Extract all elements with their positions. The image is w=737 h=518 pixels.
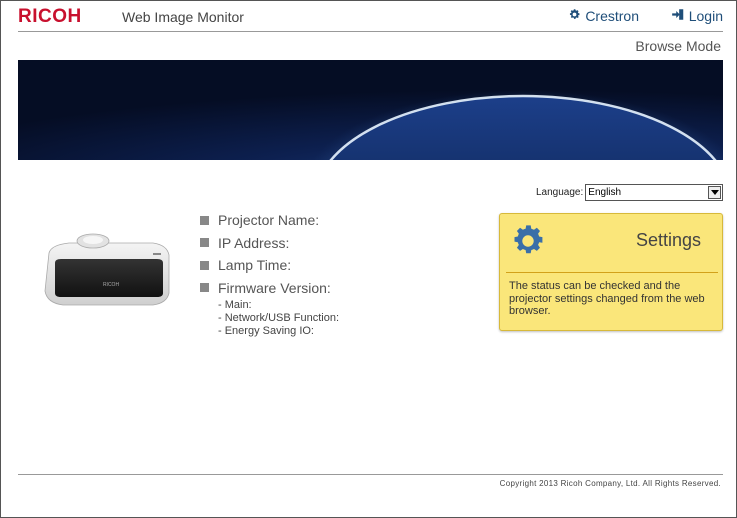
firmware-sublist: - Main: - Network/USB Function: - Energy… bbox=[218, 299, 339, 338]
projector-image: RICOH bbox=[41, 231, 176, 311]
header: RICOH Web Image Monitor Crestron Login bbox=[18, 1, 723, 32]
bullet-icon bbox=[200, 238, 209, 248]
crestron-link[interactable]: Crestron bbox=[568, 8, 639, 24]
page-frame: RICOH Web Image Monitor Crestron Login B… bbox=[0, 0, 737, 518]
bullet-icon bbox=[200, 215, 209, 225]
ricoh-logo: RICOH bbox=[18, 6, 82, 27]
login-icon bbox=[671, 8, 685, 24]
divider bbox=[506, 272, 718, 273]
settings-title: Settings bbox=[635, 230, 701, 250]
firmware-network-usb: - Network/USB Function: bbox=[218, 312, 340, 324]
chevron-down-icon[interactable] bbox=[708, 186, 722, 199]
firmware-main: - Main: bbox=[218, 299, 252, 311]
info-projector-name: Projector Name: bbox=[200, 209, 339, 232]
earth-banner bbox=[18, 60, 723, 160]
settings-description: The status can be checked and the projec… bbox=[509, 280, 705, 317]
language-row: Language: English bbox=[536, 184, 724, 201]
login-link[interactable]: Login bbox=[671, 8, 723, 24]
crestron-label: Crestron bbox=[585, 8, 639, 24]
gear-icon bbox=[510, 223, 546, 259]
info-ip-address: IP Address: bbox=[200, 232, 339, 255]
copyright: Copyright 2013 Ricoh Company, Ltd. All R… bbox=[499, 479, 721, 488]
bullet-icon bbox=[200, 260, 209, 270]
info-label: IP Address: bbox=[218, 234, 290, 251]
browse-mode-label: Browse Mode bbox=[635, 38, 721, 54]
device-info: Projector Name: IP Address: Lamp Time: F… bbox=[200, 209, 339, 338]
gear-icon bbox=[568, 8, 581, 24]
info-lamp-time: Lamp Time: bbox=[200, 254, 339, 277]
language-select[interactable]: English bbox=[585, 184, 724, 201]
language-label: Language: bbox=[536, 187, 584, 198]
app-title: Web Image Monitor bbox=[122, 9, 244, 25]
language-selected-value: English bbox=[588, 187, 622, 198]
projector-brand: RICOH bbox=[103, 282, 120, 288]
footer-divider bbox=[18, 474, 723, 475]
settings-button[interactable]: Settings The status can be checked and t… bbox=[499, 213, 723, 331]
bullet-icon bbox=[200, 283, 209, 293]
info-firmware-version: Firmware Version: bbox=[200, 277, 339, 300]
info-label: Lamp Time: bbox=[218, 257, 292, 274]
info-label: Firmware Version: bbox=[218, 279, 331, 296]
login-label: Login bbox=[688, 8, 723, 24]
firmware-energy-saving: - Energy Saving IO: bbox=[218, 325, 314, 337]
info-label: Projector Name: bbox=[218, 212, 320, 229]
